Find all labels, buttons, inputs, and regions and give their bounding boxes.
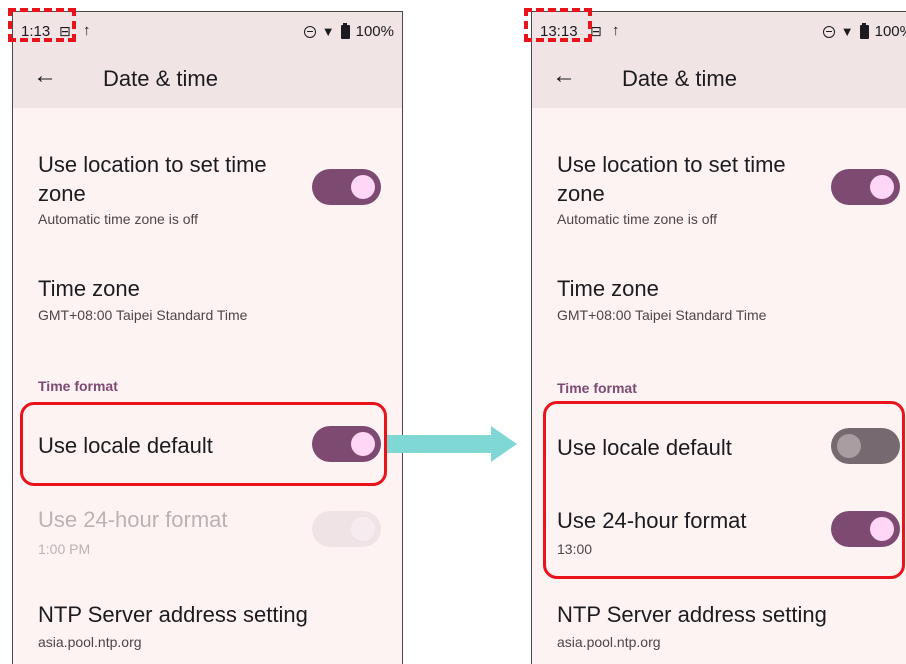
toggle-thumb	[351, 175, 375, 199]
time-highlight-before	[8, 8, 76, 42]
location-toggle[interactable]	[312, 169, 381, 205]
format-settings-highlight	[543, 401, 905, 579]
back-arrow-icon[interactable]: ←	[33, 64, 57, 88]
status-right: ▼ 100%	[303, 22, 394, 40]
pref-title: NTP Server address setting	[38, 602, 308, 627]
pref-title: Use location to set time	[557, 152, 786, 177]
status-right: ▼ 100%	[822, 22, 906, 40]
pref-title: Use 24-hour format	[38, 507, 228, 532]
pref-title: Time zone	[38, 276, 140, 301]
status-bar: 1:13 ⊟ ↑ ▼ 100%	[21, 21, 394, 43]
page-title: Date & time	[622, 66, 737, 91]
pref-summary: asia.pool.ntp.org	[557, 634, 661, 650]
do-not-disturb-icon	[303, 25, 316, 38]
upload-icon: ↑	[612, 22, 620, 39]
toggle-thumb	[870, 175, 894, 199]
pref-summary: GMT+08:00 Taipei Standard Time	[38, 307, 248, 323]
pref-title: Time zone	[557, 276, 659, 301]
battery-percent: 100%	[874, 23, 906, 40]
battery-percent: 100%	[355, 23, 394, 40]
pref-title-cont: zone	[38, 181, 86, 206]
pref-title: Use location to set time	[38, 152, 267, 177]
screenshot-before: 1:13 ⊟ ↑ ▼ 100% ← Date & time Use locati…	[12, 11, 403, 664]
transition-arrow-icon	[387, 426, 517, 462]
pref-summary: Automatic time zone is off	[38, 211, 199, 227]
pref-title: NTP Server address setting	[557, 602, 827, 627]
status-bar: 13:13 ⊟ ↑ ▼ 100%	[540, 21, 906, 43]
location-toggle[interactable]	[831, 169, 900, 205]
locale-default-highlight	[20, 402, 387, 486]
pref-summary: Automatic time zone is off	[557, 211, 718, 227]
page-title: Date & time	[103, 66, 218, 91]
time-highlight-after	[524, 8, 592, 42]
upload-icon: ↑	[83, 22, 91, 39]
toggle-thumb	[351, 517, 375, 541]
pref-summary: 1:00 PM	[38, 541, 91, 557]
back-arrow-icon[interactable]: ←	[552, 64, 576, 88]
pref-summary: asia.pool.ntp.org	[38, 634, 142, 650]
wifi-icon: ▼	[321, 24, 335, 39]
pref-summary: GMT+08:00 Taipei Standard Time	[557, 307, 767, 323]
battery-icon	[340, 22, 350, 39]
battery-icon	[859, 22, 869, 39]
hour24-toggle[interactable]	[312, 511, 381, 547]
section-header-time-format: Time format	[557, 380, 637, 396]
pref-title-cont: zone	[557, 181, 605, 206]
do-not-disturb-icon	[822, 25, 835, 38]
wifi-icon: ▼	[840, 24, 854, 39]
section-header-time-format: Time format	[38, 378, 118, 394]
